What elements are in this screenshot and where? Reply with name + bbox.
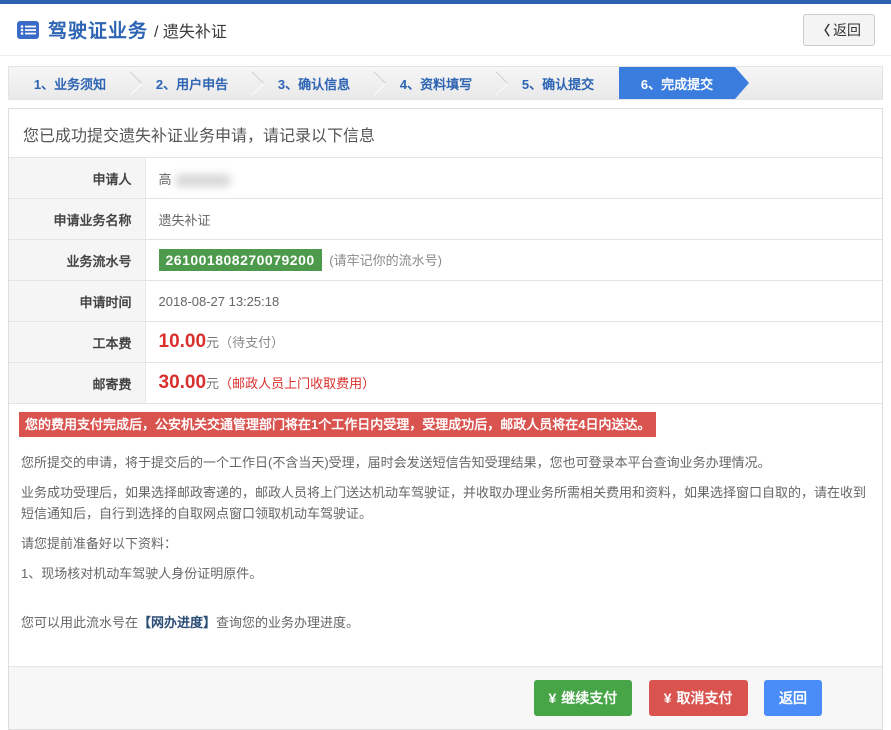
page-title: 驾驶证业务	[48, 16, 148, 43]
instructions-notes: 您所提交的申请，将于提交后的一个工作日(不含当天)受理，届时会发送短信告知受理结…	[9, 439, 882, 652]
online-progress-link[interactable]: 【网办进度】	[138, 615, 216, 630]
table-row-postage-fee: 邮寄费 30.00元（邮政人员上门收取费用）	[9, 363, 882, 404]
back-button-top[interactable]: 〈返回	[803, 14, 875, 46]
serial-number-value: 261001808270079200 (请牢记你的流水号)	[145, 240, 882, 281]
serial-number-note: (请牢记你的流水号)	[329, 253, 442, 268]
postage-fee-label: 邮寄费	[9, 363, 145, 404]
note-identity-document: 1、现场核对机动车驾驶人身份证明原件。	[21, 563, 870, 584]
step-4-fill-data[interactable]: 4、资料填写	[375, 67, 497, 99]
postage-fee-note: （邮政人员上门收取费用）	[219, 376, 375, 391]
application-info-table: 申请人 高 申请业务名称 遗失补证 业务流水号 2610018082700792…	[9, 157, 882, 404]
production-fee-value: 10.00元（待支付）	[145, 322, 882, 363]
cancel-payment-button[interactable]: ¥取消支付	[649, 680, 748, 716]
production-fee-amount: 10.00	[159, 331, 207, 352]
serial-number-label: 业务流水号	[9, 240, 145, 281]
table-row-serial-number: 业务流水号 261001808270079200 (请牢记你的流水号)	[9, 240, 882, 281]
table-row-apply-time: 申请时间 2018-08-27 13:25:18	[9, 281, 882, 322]
table-row-production-fee: 工本费 10.00元（待支付）	[9, 322, 882, 363]
table-row-service-name: 申请业务名称 遗失补证	[9, 199, 882, 240]
step-6-complete-submit-active[interactable]: 6、完成提交	[619, 67, 749, 99]
step-2-user-declaration[interactable]: 2、用户申告	[131, 67, 253, 99]
action-footer: ¥继续支付 ¥取消支付 返回	[9, 666, 882, 729]
yen-icon: ¥	[549, 690, 557, 706]
step-navigation: 1、业务须知 2、用户申告 3、确认信息 4、资料填写 5、确认提交 6、完成提…	[8, 66, 883, 100]
payment-deadline-alert: 您的费用支付完成后，公安机关交通管理部门将在1个工作日内受理，受理成功后，邮政人…	[19, 412, 656, 437]
production-fee-label: 工本费	[9, 322, 145, 363]
postage-fee-amount: 30.00	[159, 372, 207, 393]
apply-time-label: 申请时间	[9, 281, 145, 322]
list-card-icon	[16, 20, 40, 40]
note-progress-query: 您可以用此流水号在【网办进度】查询您的业务办理进度。	[21, 612, 870, 633]
table-row-applicant: 申请人 高	[9, 158, 882, 199]
step-3-confirm-info[interactable]: 3、确认信息	[253, 67, 375, 99]
production-fee-note: （待支付）	[219, 335, 284, 350]
step-bar-filler	[749, 67, 882, 99]
yen-icon: ¥	[664, 690, 672, 706]
page-header: 驾驶证业务 / 遗失补证 〈返回	[0, 4, 891, 56]
service-name-label: 申请业务名称	[9, 199, 145, 240]
note-acceptance: 您所提交的申请，将于提交后的一个工作日(不含当天)受理，届时会发送短信告知受理结…	[21, 452, 870, 473]
chevron-left-icon: 〈	[817, 23, 830, 38]
service-name-value: 遗失补证	[145, 199, 882, 240]
continue-payment-button[interactable]: ¥继续支付	[534, 680, 633, 716]
note-prepare-materials: 请您提前准备好以下资料：	[21, 533, 870, 554]
breadcrumb-current: / 遗失补证	[154, 18, 227, 42]
result-panel: 您已成功提交遗失补证业务申请，请记录以下信息 申请人 高 申请业务名称 遗失补证…	[8, 108, 883, 730]
applicant-label: 申请人	[9, 158, 145, 199]
apply-time-value: 2018-08-27 13:25:18	[145, 281, 882, 322]
back-button-label: 返回	[833, 22, 861, 38]
step-1-business-notice[interactable]: 1、业务须知	[9, 67, 131, 99]
applicant-value: 高	[145, 158, 882, 199]
note-spacer	[21, 593, 870, 603]
note-delivery-options: 业务成功受理后，如果选择邮政寄递的，邮政人员将上门送达机动车驾驶证，并收取办理业…	[21, 482, 870, 524]
postage-fee-value: 30.00元（邮政人员上门收取费用）	[145, 363, 882, 404]
back-button-bottom[interactable]: 返回	[764, 680, 822, 716]
success-message: 您已成功提交遗失补证业务申请，请记录以下信息	[9, 109, 882, 157]
masked-name-blur	[175, 174, 231, 187]
step-5-confirm-submit[interactable]: 5、确认提交	[497, 67, 619, 99]
serial-number-badge: 261001808270079200	[159, 249, 322, 271]
